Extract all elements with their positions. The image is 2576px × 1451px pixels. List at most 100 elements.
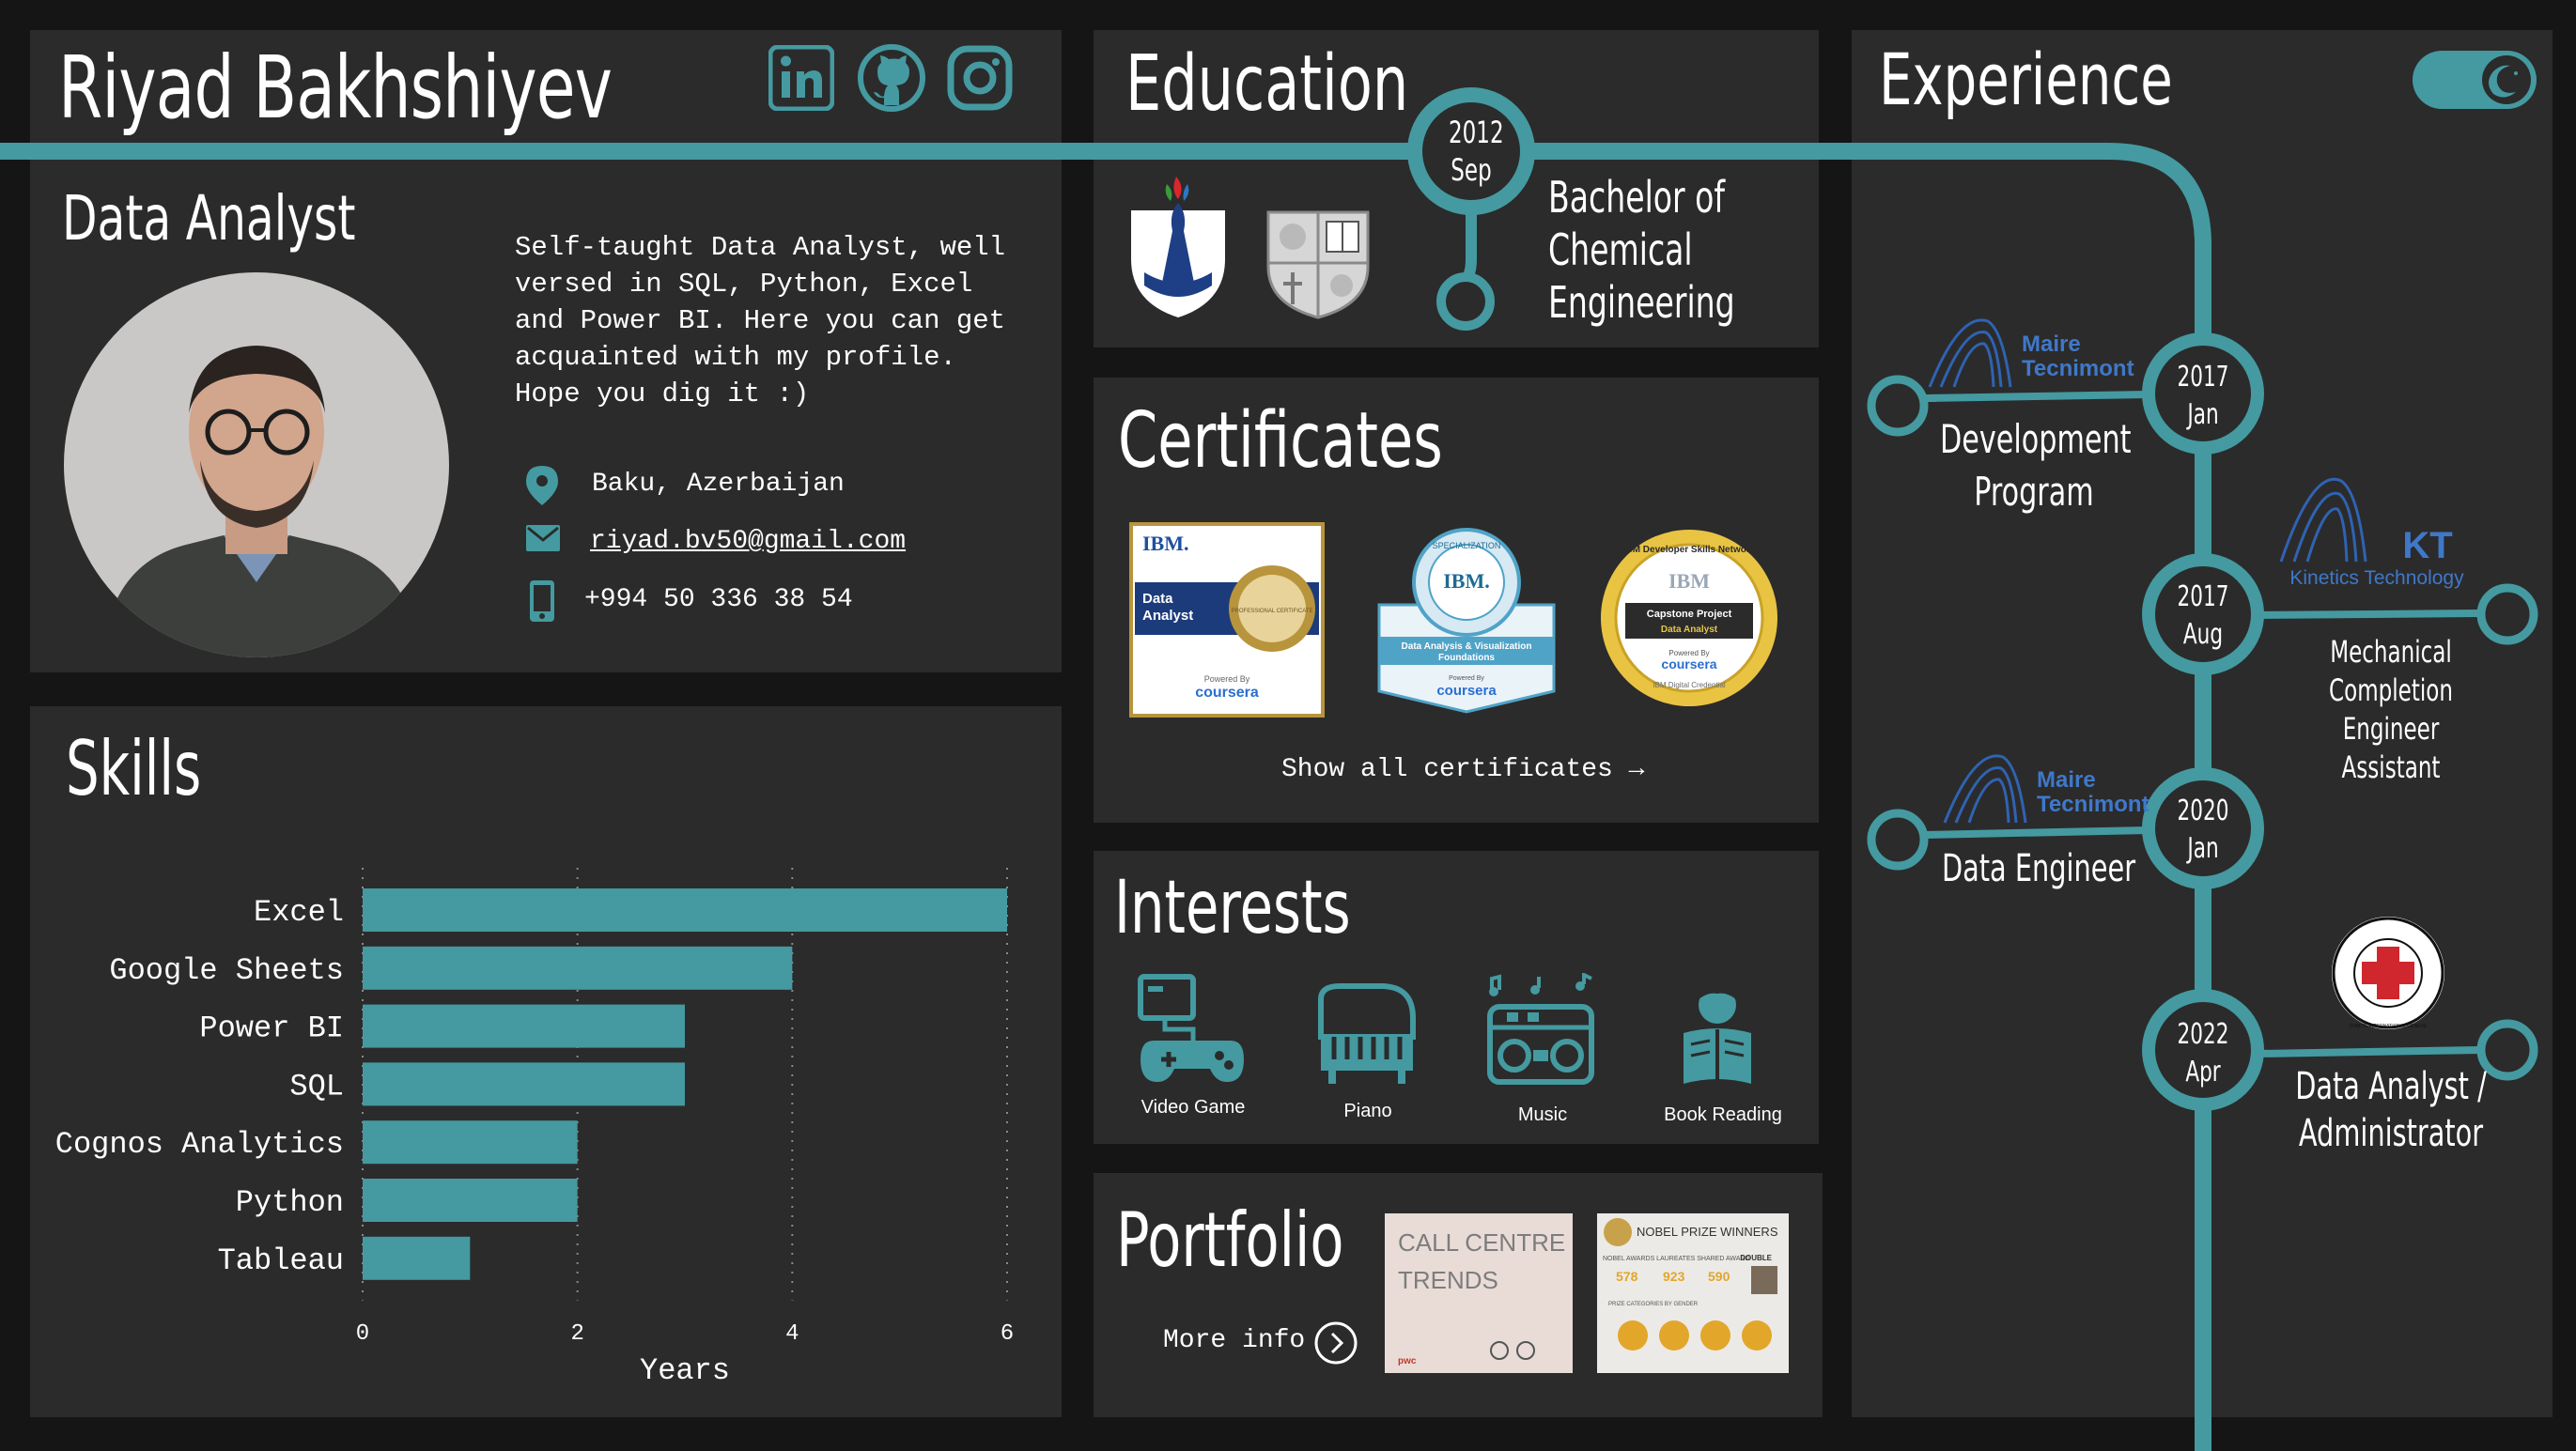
- location-icon: [526, 466, 558, 505]
- badge-provider: coursera: [1661, 656, 1716, 671]
- job-title-line: Program: [1974, 469, 2094, 515]
- linkedin-icon[interactable]: [768, 45, 834, 111]
- interest-label: Book Reading: [1664, 1104, 1782, 1125]
- arrow-right-circle-icon[interactable]: [1313, 1320, 1358, 1366]
- education-title: Education: [1125, 39, 1409, 129]
- company-name: KT: [2402, 525, 2452, 566]
- social-links: [768, 41, 1016, 116]
- skill-label: Power BI: [199, 1011, 344, 1046]
- certificates-title: Certificates: [1118, 396, 1443, 486]
- x-tick-label: 0: [356, 1321, 369, 1347]
- x-tick-label: 4: [785, 1321, 799, 1347]
- exp-date-month: Jan: [2187, 398, 2219, 431]
- maire-tecnimont-logo: Maire Tecnimont: [1928, 318, 2134, 388]
- x-tick-label: 6: [1001, 1321, 1014, 1347]
- badge-brand: IBM: [1668, 569, 1710, 593]
- education-date-year: 2012: [1449, 115, 1504, 150]
- portfolio-thumb-call-centre[interactable]: CALL CENTRE TRENDS pwc: [1385, 1213, 1573, 1373]
- dark-mode-toggle[interactable]: [2411, 49, 2538, 111]
- skill-bar: [363, 946, 793, 990]
- badge-line: Data Analyst: [1661, 625, 1718, 635]
- video-game-icon: [1138, 974, 1244, 1082]
- x-tick-label: 2: [570, 1321, 583, 1347]
- instagram-icon[interactable]: [947, 45, 1013, 111]
- job-title-line: Development: [1940, 416, 2132, 462]
- university-logo: [1131, 177, 1225, 317]
- interest-label: Piano: [1343, 1101, 1392, 1121]
- job-title-line: Completion Engineer: [2329, 672, 2453, 747]
- thumb-text: 578: [1616, 1269, 1638, 1284]
- skill-bar: [363, 1236, 471, 1280]
- book-reading-icon: [1684, 985, 1751, 1084]
- thumb-text: NOBEL PRIZE WINNERS: [1637, 1225, 1778, 1239]
- thumb-text: TRENDS: [1398, 1266, 1498, 1294]
- github-icon[interactable]: [857, 43, 926, 113]
- job-title-line: Assistant: [2341, 749, 2441, 785]
- skill-label: Python: [236, 1185, 344, 1220]
- thumb-text: PRIZE CATEGORIES BY GENDER: [1608, 1302, 1699, 1307]
- exp-date-month: Apr: [2185, 1056, 2221, 1088]
- exp-date-month: Jan: [2187, 832, 2219, 865]
- job-title-line: Data Engineer: [1941, 847, 2136, 890]
- thumb-text: pwc: [1398, 1356, 1417, 1366]
- maire-tecnimont-logo: Maire Tecnimont: [1943, 754, 2149, 824]
- badge-bottom: IBM Digital Credential: [1653, 681, 1726, 689]
- profile-role: Data Analyst: [62, 182, 356, 255]
- phone-text: +994 50 336 38 54: [584, 585, 853, 614]
- skill-bar: [363, 1120, 578, 1165]
- certificate-badge-visualization[interactable]: Data Analysis & Visualization Foundation…: [1370, 526, 1563, 714]
- badge-brand: IBM.: [1443, 569, 1490, 593]
- skills-title: Skills: [66, 725, 202, 812]
- company-name: Tecnimont: [2037, 792, 2149, 817]
- exp-date-year: 2020: [2177, 795, 2229, 827]
- x-axis-label: Years: [640, 1353, 730, 1388]
- exp-job-title: Data Engineer: [1941, 845, 2136, 892]
- more-info-link[interactable]: More info: [1163, 1326, 1305, 1355]
- thumb-text: NOBEL AWARDS LAUREATES SHARED AWARD: [1603, 1256, 1750, 1262]
- skill-label: Cognos Analytics: [55, 1127, 344, 1162]
- company-name: Kinetics Technology: [2289, 567, 2464, 589]
- profile-bio: Self-taught Data Analyst, well versed in…: [515, 232, 1006, 409]
- skill-label: Tableau: [218, 1243, 344, 1278]
- skill-bar: [363, 1062, 685, 1106]
- interest-label: Music: [1517, 1104, 1568, 1125]
- music-icon: [1487, 973, 1594, 1085]
- badge-seal: PROFESSIONAL CERTIFICATE: [1232, 609, 1313, 614]
- piano-icon: [1318, 983, 1416, 1084]
- thumb-text: DOUBLE: [1740, 1254, 1772, 1262]
- degree-line: Engineering: [1548, 277, 1735, 328]
- email-link[interactable]: riyad.bv50@gmail.com: [590, 527, 906, 556]
- portfolio-title: Portfolio: [1116, 1196, 1344, 1284]
- certificate-badge-data-analyst[interactable]: IBM. Data Analyst PROFESSIONAL CERTIFICA…: [1129, 522, 1325, 718]
- company-name: Tecnimont: [2022, 356, 2134, 381]
- red-cross-logo: COMITE INTERNATIONAL GENEVE: [2332, 917, 2444, 1029]
- degree-line: Chemical: [1548, 224, 1693, 275]
- thumb-text: CALL CENTRE: [1398, 1228, 1565, 1257]
- company-name: Maire: [2037, 767, 2096, 793]
- badge-brand: IBM.: [1142, 532, 1189, 555]
- badge-arc: SPECIALIZATION: [1433, 541, 1501, 550]
- job-title-line: Administrator: [2298, 1112, 2484, 1155]
- certificate-badge-capstone[interactable]: IBM Developer Skills Network IBM Capston…: [1599, 528, 1779, 708]
- skill-bar: [363, 1004, 685, 1048]
- profile-name: Riyad Bakhshiyev: [58, 38, 613, 138]
- school-logo: [1266, 210, 1370, 319]
- exp-date-year: 2022: [2177, 1018, 2229, 1051]
- exp-date-year: 2017: [2177, 361, 2229, 394]
- email-icon: [526, 525, 560, 551]
- skill-label: Google Sheets: [109, 953, 344, 988]
- thumb-text: 923: [1663, 1269, 1685, 1284]
- skill-bar: [363, 1179, 578, 1222]
- badge-provider: coursera: [1436, 683, 1497, 699]
- skill-label: Excel: [254, 895, 344, 930]
- portfolio-thumb-nobel[interactable]: NOBEL PRIZE WINNERS NOBEL AWARDS LAUREAT…: [1597, 1213, 1789, 1373]
- show-all-certificates-link[interactable]: Show all certificates →: [1281, 755, 1644, 784]
- job-title-line: Data Analyst /: [2295, 1065, 2487, 1108]
- interest-label: Video Game: [1141, 1097, 1246, 1118]
- thumb-text: 590: [1708, 1269, 1730, 1284]
- phone-icon: [530, 580, 554, 622]
- exp-job-title: Development Program: [1940, 413, 2132, 518]
- badge-line: Analyst: [1142, 608, 1193, 624]
- experience-title: Experience: [1879, 38, 2173, 121]
- job-title-line: Mechanical: [2330, 634, 2452, 670]
